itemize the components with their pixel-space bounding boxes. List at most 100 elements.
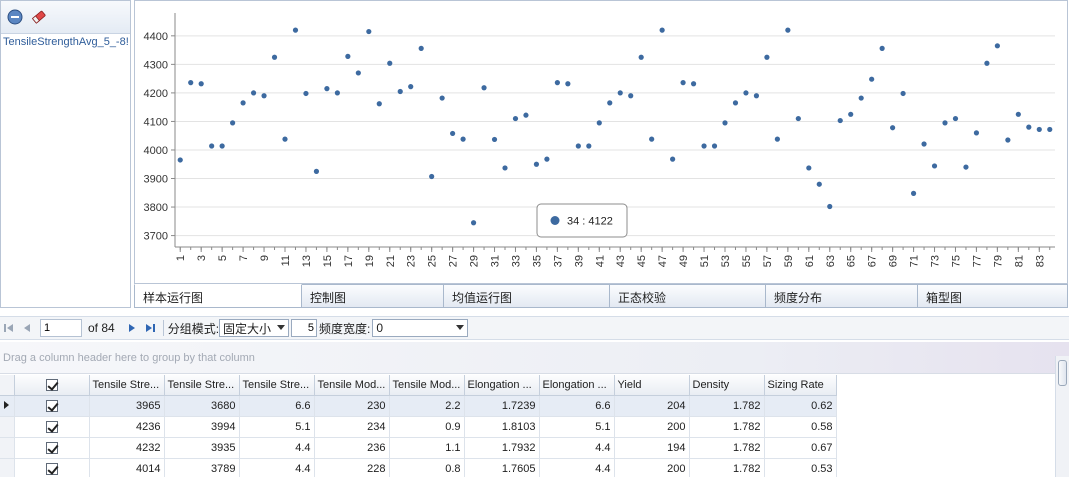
data-point[interactable]	[303, 90, 309, 97]
column-header[interactable]: Density	[689, 375, 765, 396]
table-cell[interactable]: 1.7239	[464, 395, 540, 417]
data-point[interactable]	[670, 156, 676, 162]
data-point[interactable]	[910, 190, 917, 196]
last-page-button[interactable]	[141, 319, 159, 337]
data-point[interactable]	[292, 27, 299, 33]
select-all-checkbox[interactable]	[45, 378, 58, 391]
data-point[interactable]	[806, 165, 812, 171]
prev-page-button[interactable]	[18, 319, 36, 337]
table-cell[interactable]: 5.1	[539, 416, 615, 438]
chart-tab[interactable]: 样本运行图	[134, 284, 302, 308]
table-cell[interactable]: 1.782	[689, 458, 765, 477]
table-cell[interactable]: 230	[314, 395, 390, 417]
data-point[interactable]	[879, 45, 885, 51]
table-cell[interactable]: 1.782	[689, 416, 765, 438]
table-cell[interactable]: 6.6	[539, 395, 615, 417]
data-point[interactable]	[1015, 111, 1021, 117]
group-by-panel[interactable]: Drag a column header here to group by th…	[0, 342, 1069, 374]
table-cell[interactable]: 4.4	[239, 458, 315, 477]
column-header[interactable]: Tensile Stre...	[89, 375, 165, 396]
data-point[interactable]	[250, 90, 257, 96]
table-cell[interactable]: 4.4	[239, 437, 315, 459]
data-point[interactable]	[973, 130, 980, 136]
data-point[interactable]	[1036, 126, 1042, 133]
data-point[interactable]	[575, 143, 581, 149]
table-cell[interactable]: 1.782	[689, 395, 765, 417]
data-point[interactable]	[596, 120, 602, 126]
data-point[interactable]	[533, 161, 540, 167]
data-point[interactable]	[921, 141, 927, 147]
data-point[interactable]	[900, 90, 906, 97]
table-cell[interactable]: 200	[614, 458, 690, 477]
data-point[interactable]	[450, 130, 456, 137]
data-point[interactable]	[230, 120, 236, 126]
chart-tab[interactable]: 均值运行图	[444, 284, 610, 308]
column-header[interactable]: Sizing Rate	[764, 375, 837, 396]
table-cell[interactable]: 0.53	[764, 458, 837, 477]
data-point[interactable]	[219, 143, 225, 149]
table-cell[interactable]: 0.67	[764, 437, 837, 459]
data-point[interactable]	[795, 115, 801, 122]
data-point[interactable]	[429, 173, 435, 180]
data-point[interactable]	[565, 81, 571, 87]
data-point[interactable]	[858, 95, 864, 101]
table-cell[interactable]: 204	[614, 395, 690, 417]
table-cell[interactable]: 4.4	[539, 458, 615, 477]
table-cell[interactable]: 3994	[164, 416, 240, 438]
clear-button[interactable]	[30, 8, 48, 26]
column-header[interactable]: Yield	[614, 375, 690, 396]
data-point[interactable]	[376, 101, 382, 107]
data-point[interactable]	[334, 90, 340, 96]
data-point[interactable]	[701, 143, 707, 149]
data-point[interactable]	[711, 143, 718, 149]
first-page-button[interactable]	[0, 319, 18, 337]
data-point[interactable]	[177, 157, 183, 163]
data-point[interactable]	[638, 54, 644, 60]
row-checkbox-cell[interactable]	[14, 395, 90, 417]
table-cell[interactable]: 0.58	[764, 416, 837, 438]
table-row[interactable]: 3965 3680 6.6 230 2.2 1.7239 6.6 204 1.782 0.62	[0, 395, 837, 417]
data-point[interactable]	[1047, 126, 1053, 133]
data-point[interactable]	[659, 27, 665, 33]
data-point[interactable]	[502, 165, 508, 171]
data-point[interactable]	[952, 115, 959, 122]
table-cell[interactable]: 4014	[89, 458, 165, 477]
table-cell[interactable]: 4236	[89, 416, 165, 438]
data-point[interactable]	[774, 136, 780, 142]
row-checkbox-cell[interactable]	[14, 416, 90, 438]
table-row[interactable]: 4014 3789 4.4 228 0.8 1.7605 4.4 200 1.782 0.53	[0, 458, 837, 477]
series-list-item[interactable]: TensileStrengthAvg_5_-8!	[1, 36, 130, 48]
table-cell[interactable]: 1.782	[689, 437, 765, 459]
data-point[interactable]	[827, 203, 833, 210]
table-cell[interactable]: 234	[314, 416, 390, 438]
table-cell[interactable]: 4232	[89, 437, 165, 459]
data-point[interactable]	[313, 168, 320, 174]
column-header[interactable]: Elongation ...	[464, 375, 540, 396]
data-point[interactable]	[408, 84, 414, 90]
data-point[interactable]	[523, 112, 529, 118]
data-point[interactable]	[649, 136, 655, 142]
data-point[interactable]	[680, 80, 686, 86]
data-point[interactable]	[240, 100, 246, 106]
select-all-checkbox-header[interactable]	[14, 375, 90, 396]
table-cell[interactable]: 2.2	[389, 395, 465, 417]
data-point[interactable]	[418, 45, 424, 51]
data-point[interactable]	[366, 28, 372, 35]
column-header[interactable]: Tensile Mod...	[389, 375, 465, 396]
data-point[interactable]	[617, 90, 623, 96]
data-point[interactable]	[439, 95, 445, 101]
column-header[interactable]: Tensile Stre...	[164, 375, 240, 396]
table-cell[interactable]: 236	[314, 437, 390, 459]
data-point[interactable]	[512, 115, 519, 122]
data-point[interactable]	[690, 81, 697, 87]
data-point[interactable]	[397, 88, 403, 95]
table-cell[interactable]: 0.62	[764, 395, 837, 417]
row-checkbox[interactable]	[45, 420, 58, 433]
row-checkbox[interactable]	[45, 462, 58, 475]
data-point[interactable]	[345, 53, 351, 59]
chart-tab[interactable]: 控制图	[302, 284, 444, 308]
column-header[interactable]: Tensile Stre...	[239, 375, 315, 396]
table-cell[interactable]: 3965	[89, 395, 165, 417]
table-row[interactable]: 4232 3935 4.4 236 1.1 1.7932 4.4 194 1.782 0.67	[0, 437, 837, 459]
data-point[interactable]	[743, 90, 749, 96]
